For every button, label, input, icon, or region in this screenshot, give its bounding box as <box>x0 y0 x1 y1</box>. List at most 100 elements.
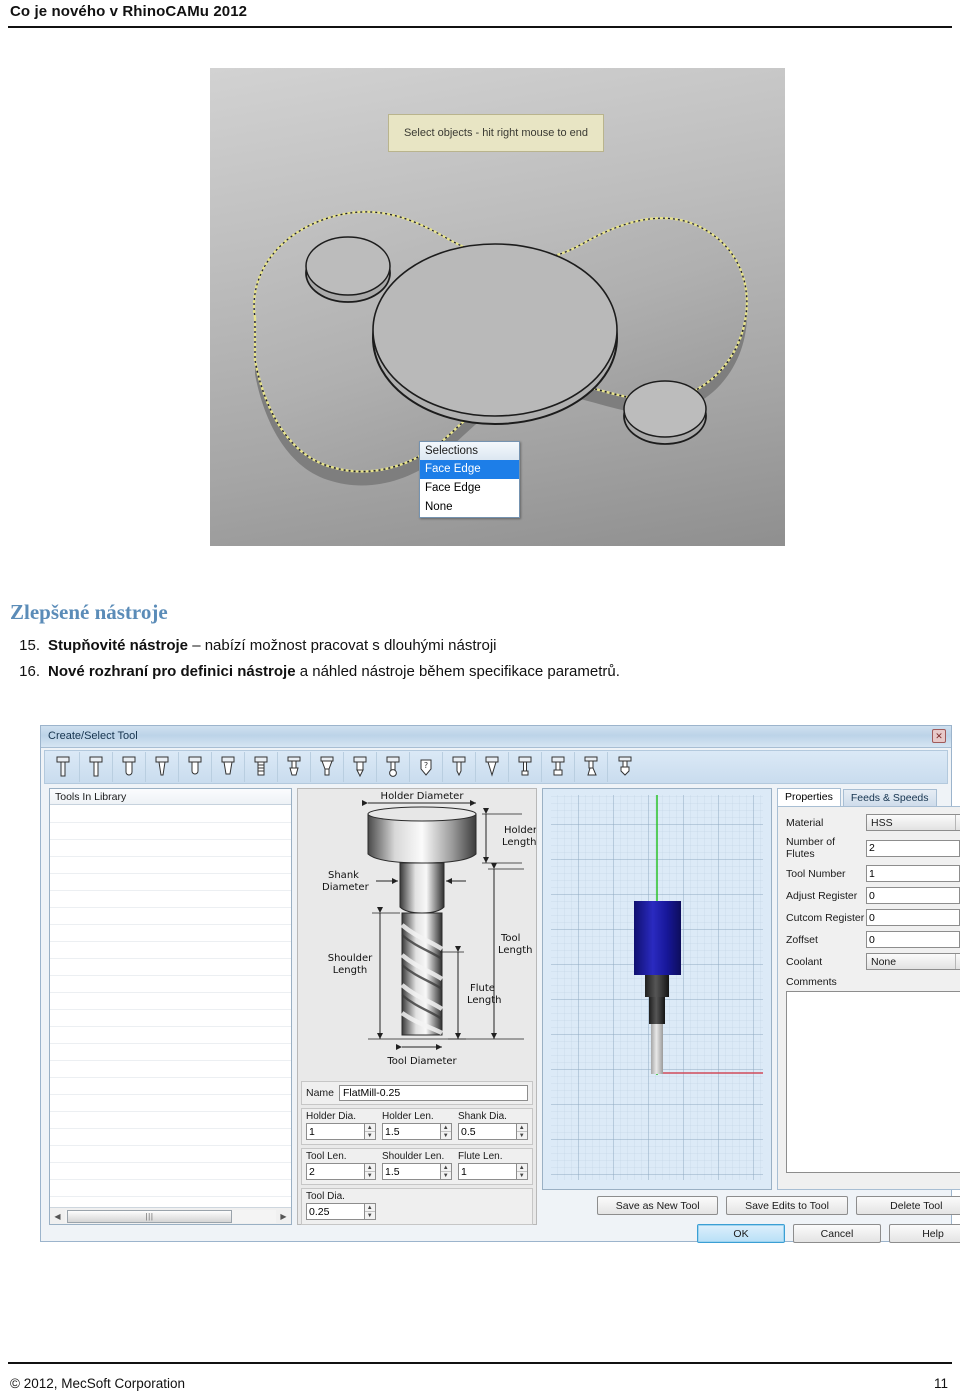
flat-mill-icon[interactable] <box>47 752 80 782</box>
thread-mill-icon[interactable] <box>245 752 278 782</box>
scrollbar-track[interactable]: ||| <box>65 1209 276 1223</box>
scroll-left-icon[interactable]: ◀ <box>50 1212 65 1221</box>
shank-dia-input[interactable] <box>458 1123 516 1140</box>
selections-menu-item-face-edge-1[interactable]: Face Edge <box>420 460 519 479</box>
ball-mill-icon[interactable] <box>179 752 212 782</box>
stepper-arrows[interactable]: ▲▼ <box>515 1163 528 1180</box>
stepper-down-icon[interactable]: ▼ <box>517 1172 528 1179</box>
shoulder-len-input[interactable] <box>382 1163 440 1180</box>
taper-chamfer-icon[interactable] <box>311 752 344 782</box>
shoulder-len-stepper[interactable]: ▲▼ <box>382 1163 452 1180</box>
tool-name-input[interactable] <box>339 1085 528 1101</box>
tool-number-input[interactable] <box>866 865 959 882</box>
tool-len-input[interactable] <box>306 1163 364 1180</box>
tools-in-library-panel[interactable]: Tools In Library ◀ ||| ▶ <box>49 788 292 1225</box>
comments-textarea[interactable] <box>786 991 960 1173</box>
list-item[interactable] <box>50 976 291 993</box>
stepper-up-icon[interactable]: ▲ <box>516 1164 527 1172</box>
delete-tool-button[interactable]: Delete Tool <box>855 1196 960 1215</box>
stepper-down-icon[interactable]: ▼ <box>517 1132 528 1139</box>
cutcom-register-stepper[interactable]: ▲▼ <box>866 909 960 926</box>
properties-tabs[interactable]: Properties Feeds & Speeds <box>777 788 960 806</box>
list-item[interactable] <box>50 1044 291 1061</box>
back-chamfer-icon[interactable] <box>575 752 608 782</box>
flute-len-stepper[interactable]: ▲▼ <box>458 1163 528 1180</box>
stepper-up-icon[interactable]: ▲ <box>364 1124 375 1132</box>
stepper-arrows[interactable]: ▲▼ <box>363 1123 376 1140</box>
close-icon[interactable]: ✕ <box>932 729 946 743</box>
list-item[interactable] <box>50 857 291 874</box>
coolant-dropdown[interactable]: None ▼ <box>866 953 960 970</box>
stepper-down-icon[interactable]: ▼ <box>365 1212 376 1219</box>
list-item[interactable] <box>50 1180 291 1197</box>
list-item[interactable] <box>50 925 291 942</box>
holder-dia-stepper[interactable]: ▲▼ <box>306 1123 376 1140</box>
tab-feeds-and-speeds[interactable]: Feeds & Speeds <box>842 789 937 806</box>
holder-len-stepper[interactable]: ▲▼ <box>382 1123 452 1140</box>
stepper-arrows[interactable]: ▲▼ <box>515 1123 528 1140</box>
tool-dia-stepper[interactable]: ▲▼ <box>306 1203 376 1220</box>
tab-properties[interactable]: Properties <box>777 788 841 806</box>
chevron-down-icon[interactable]: ▼ <box>955 954 960 969</box>
library-horizontal-scrollbar[interactable]: ◀ ||| ▶ <box>50 1207 291 1224</box>
list-item[interactable] <box>50 1095 291 1112</box>
material-dropdown[interactable]: HSS ▼ <box>866 814 960 831</box>
tools-in-library-rows[interactable] <box>50 806 291 1206</box>
list-item[interactable] <box>50 1112 291 1129</box>
spot-drill-icon[interactable] <box>377 752 410 782</box>
list-item[interactable] <box>50 993 291 1010</box>
scrollbar-thumb[interactable]: ||| <box>67 1209 232 1223</box>
list-item[interactable] <box>50 1010 291 1027</box>
selections-menu-item-face-edge-2[interactable]: Face Edge <box>420 479 519 498</box>
number-of-flutes-input[interactable] <box>866 839 959 857</box>
zoffset-stepper[interactable]: ▲▼ <box>866 931 960 948</box>
stepper-arrows[interactable]: ▲▼ <box>439 1163 452 1180</box>
stepper-up-icon[interactable]: ▲ <box>440 1164 451 1172</box>
stepper-down-icon[interactable]: ▼ <box>441 1172 452 1179</box>
stepper-up-icon[interactable]: ▲ <box>516 1124 527 1132</box>
drill-icon[interactable] <box>344 752 377 782</box>
list-item[interactable] <box>50 1163 291 1180</box>
shank-dia-stepper[interactable]: ▲▼ <box>458 1123 528 1140</box>
engrave-tool-icon[interactable] <box>443 752 476 782</box>
list-item[interactable] <box>50 806 291 823</box>
cutcom-register-input[interactable] <box>866 909 959 926</box>
taper-mill-icon[interactable] <box>146 752 179 782</box>
holder-dia-input[interactable] <box>306 1123 364 1140</box>
save-edits-to-tool-button[interactable]: Save Edits to Tool <box>726 1196 848 1215</box>
flat-mill-2-icon[interactable] <box>80 752 113 782</box>
help-button[interactable]: Help <box>889 1224 960 1243</box>
vee-tool-icon[interactable] <box>476 752 509 782</box>
list-item[interactable] <box>50 942 291 959</box>
stepper-arrows[interactable]: ▲▼ <box>363 1163 376 1180</box>
chevron-down-icon[interactable]: ▼ <box>955 815 960 830</box>
bull-mill-icon[interactable] <box>212 752 245 782</box>
list-item[interactable] <box>50 1027 291 1044</box>
stepper-down-icon[interactable]: ▼ <box>365 1172 376 1179</box>
unknown-tool-icon[interactable]: ? <box>410 752 443 782</box>
stepper-up-icon[interactable]: ▲ <box>364 1204 375 1212</box>
stepper-up-icon[interactable]: ▲ <box>440 1124 451 1132</box>
list-item[interactable] <box>50 1129 291 1146</box>
list-item[interactable] <box>50 891 291 908</box>
lollipop-tool-icon[interactable] <box>509 752 542 782</box>
list-item[interactable] <box>50 874 291 891</box>
zoffset-input[interactable] <box>866 931 959 948</box>
list-item[interactable] <box>50 1078 291 1095</box>
dovetail-mill-icon[interactable] <box>278 752 311 782</box>
list-item[interactable] <box>50 959 291 976</box>
adjust-register-input[interactable] <box>866 887 959 904</box>
list-item[interactable] <box>50 840 291 857</box>
slot-mill-icon[interactable] <box>542 752 575 782</box>
cancel-button[interactable]: Cancel <box>793 1224 881 1243</box>
selections-menu-item-none[interactable]: None <box>420 498 519 517</box>
list-item[interactable] <box>50 1061 291 1078</box>
holder-len-input[interactable] <box>382 1123 440 1140</box>
undercut-tool-icon[interactable] <box>608 752 641 782</box>
tool-number-stepper[interactable]: ▲▼ <box>866 865 960 882</box>
list-item[interactable] <box>50 823 291 840</box>
tool-type-toolbar[interactable]: ? <box>44 750 948 784</box>
adjust-register-stepper[interactable]: ▲▼ <box>866 887 960 904</box>
stepper-down-icon[interactable]: ▼ <box>441 1132 452 1139</box>
stepper-arrows[interactable]: ▲▼ <box>363 1203 376 1220</box>
